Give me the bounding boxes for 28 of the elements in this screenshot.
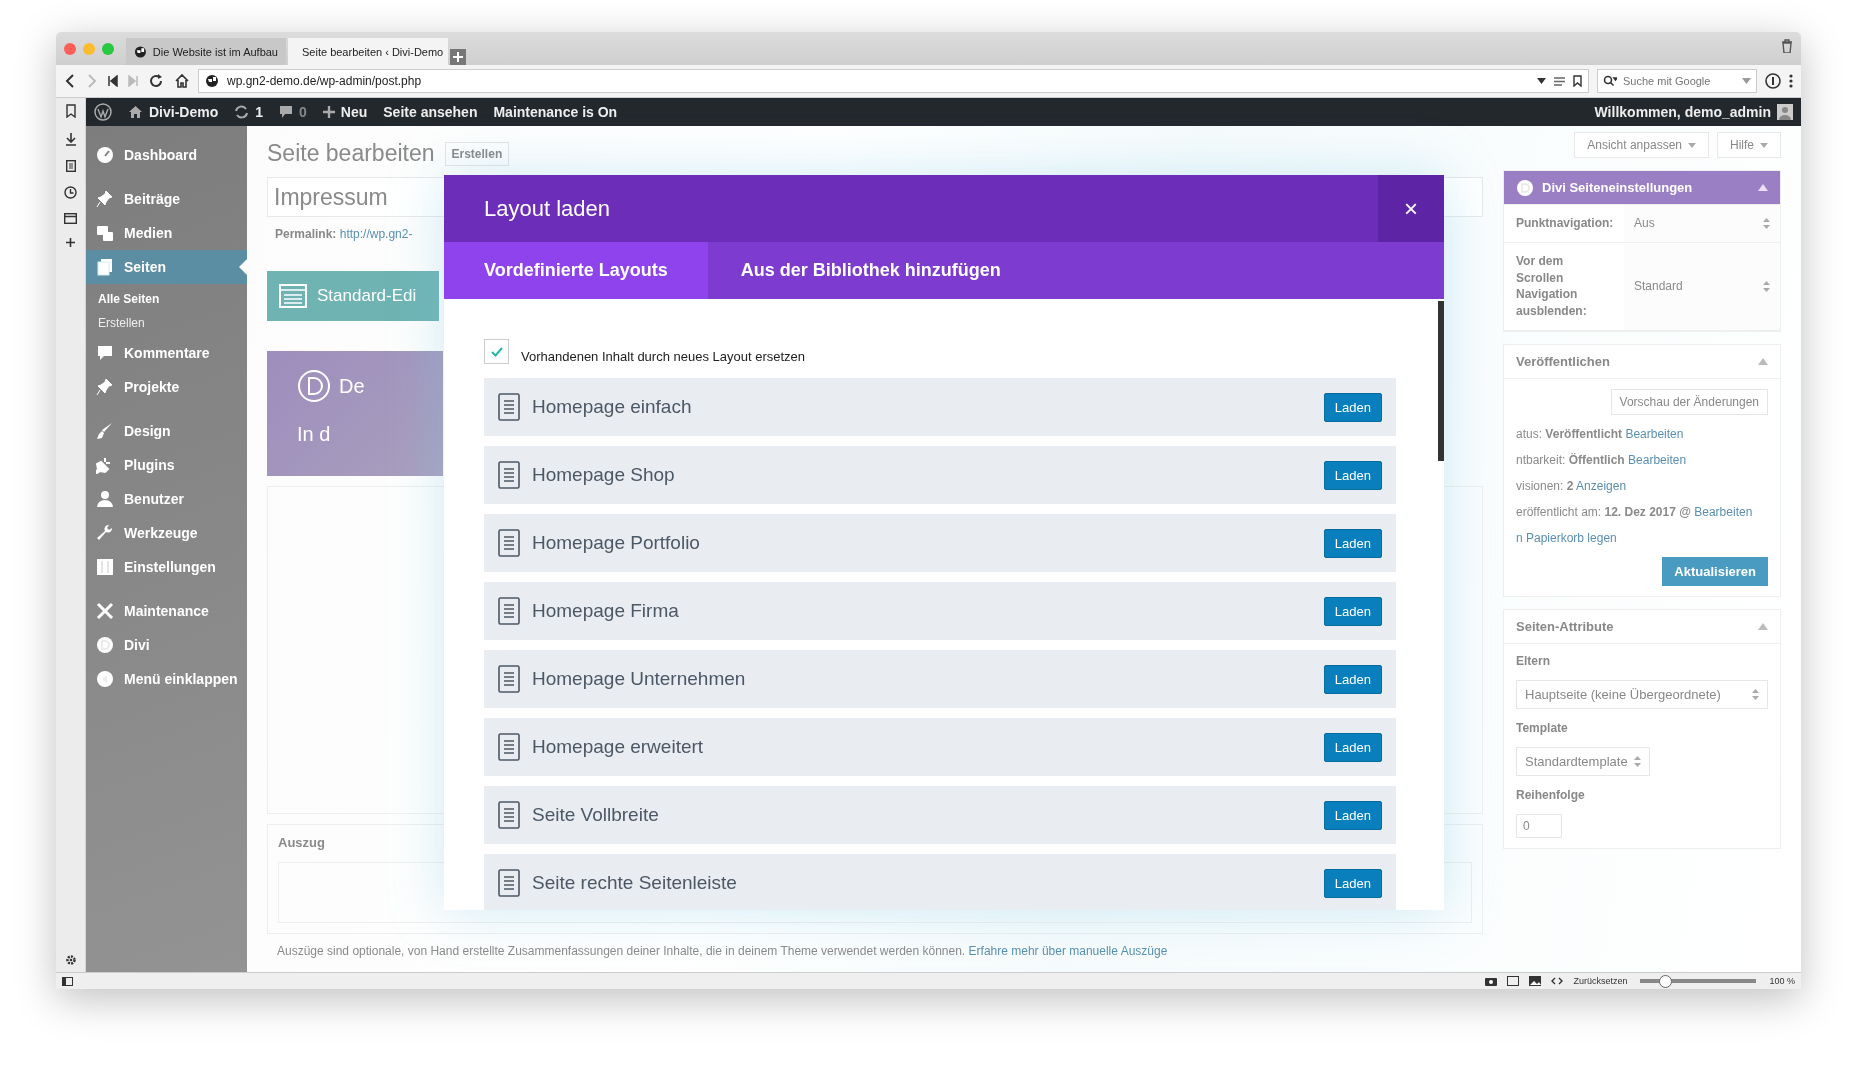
checkbox-label: Vorhandenen Inhalt durch neues Layout ersetzen bbox=[521, 349, 806, 364]
field-label: Vor dem Scrollen Navigation ausblenden: bbox=[1515, 252, 1588, 321]
layout-name: Homepage erweitert bbox=[532, 736, 705, 758]
field-label: Punktnavigation: bbox=[1515, 215, 1615, 232]
layout-name: Seite rechte Seitenleiste bbox=[532, 872, 738, 894]
panel-title: Seiten-Attribute bbox=[1516, 619, 1614, 634]
publish-info: ntbarkeit: Öffentlich Bearbeiten bbox=[1516, 453, 1688, 467]
panel-title: Divi Seiteneinstellungen bbox=[1542, 180, 1693, 195]
publish-info: visionen: 2 Anzeigen bbox=[1516, 479, 1628, 493]
field-label: Template bbox=[1516, 721, 1569, 735]
page-heading: Seite bearbeiten bbox=[267, 140, 435, 167]
publish-info: atus: Veröffentlicht Bearbeiten bbox=[1516, 427, 1685, 441]
layout-name: Homepage Firma bbox=[532, 600, 680, 622]
zoom-level: 100 % bbox=[1769, 976, 1795, 986]
dialog-title: Layout laden bbox=[483, 195, 611, 222]
publish-info: eröffentlicht am: 12. Dez 2017 @ Bearbeiten bbox=[1516, 505, 1754, 519]
builder-text: In d bbox=[297, 423, 332, 446]
panel-title: Veröffentlichen bbox=[1516, 354, 1610, 369]
excerpt-title: Auszug bbox=[278, 835, 326, 850]
help-text: Auszüge sind optionale, von Hand erstellte Zusammenfassungen deiner Inhalte, die in deinem Theme verwendet werden können. Erfahre mehr über manuelle Auszüge bbox=[276, 944, 1169, 958]
layout-name: Homepage Shop bbox=[532, 464, 676, 486]
layout-name: Homepage Unternehmen bbox=[532, 668, 747, 690]
layout-name: Homepage einfach bbox=[532, 396, 693, 418]
layout-name: Homepage Portfolio bbox=[532, 532, 701, 554]
field-label: Reihenfolge bbox=[1516, 788, 1586, 802]
builder-title: De bbox=[339, 374, 365, 398]
field-label: Eltern bbox=[1516, 654, 1551, 668]
layout-name: Seite Vollbreite bbox=[532, 804, 660, 826]
